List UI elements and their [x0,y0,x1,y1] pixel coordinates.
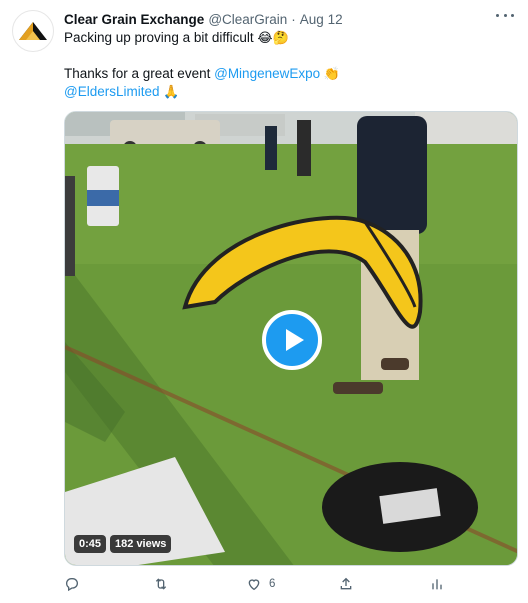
retweet-button[interactable] [153,576,176,592]
tweet-actions: 6 [64,574,454,598]
share-icon [340,577,352,590]
tweet-text-line-3: @EldersLimited 🙏 [64,83,179,102]
analytics-icon [432,579,442,590]
reply-icon [66,578,78,592]
line3-emoji: 🙏 [163,85,180,100]
author-handle[interactable]: @ClearGrain [208,12,287,27]
video-player[interactable]: 0:45 182 views [64,111,518,566]
video-duration: 0:45 [74,535,107,553]
analytics-button[interactable] [429,576,452,592]
play-button[interactable] [262,310,322,370]
line2-emoji: 👏 [323,67,341,82]
line1-emojis: 😂🤔 [257,31,289,46]
separator: · [291,11,296,27]
reply-button[interactable] [64,576,87,592]
avatar[interactable] [12,10,54,52]
tweet-text-line-1: Packing up proving a bit difficult 😂🤔 [64,29,289,48]
like-icon [248,579,260,591]
video-badges: 0:45 182 views [74,535,172,553]
avatar-logo-icon [19,22,47,40]
tweet-card[interactable]: Clear Grain Exchange @ClearGrain · Aug 1… [0,0,528,603]
mention-mingenewexpo[interactable]: @MingenewExpo [214,66,320,81]
like-count: 6 [269,578,276,590]
share-button[interactable] [338,576,361,592]
mention-elderslimited[interactable]: @EldersLimited [64,84,160,99]
tweet-date[interactable]: Aug 12 [300,12,343,27]
play-icon [285,329,304,351]
author-name[interactable]: Clear Grain Exchange [64,12,204,27]
video-views: 182 views [110,535,172,553]
line1-text: Packing up proving a bit difficult [64,30,254,45]
more-icon[interactable] [496,8,514,22]
tweet-text-line-2: Thanks for a great event @MingenewExpo 👏 [64,65,340,84]
tweet-header: Clear Grain Exchange @ClearGrain · Aug 1… [64,10,516,28]
retweet-icon [155,578,167,590]
line2-text: Thanks for a great event [64,66,211,81]
like-button[interactable]: 6 [246,576,275,592]
